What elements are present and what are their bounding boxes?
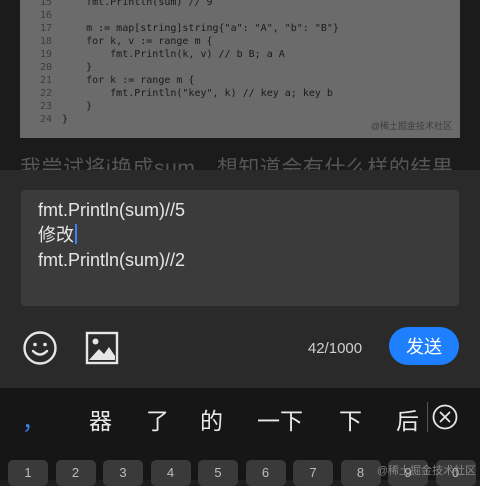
- line-number: 19: [39, 49, 52, 60]
- code-line: 18 for k, v := range m {: [20, 35, 213, 48]
- char-counter: 42/1000: [307, 340, 363, 357]
- article-paragraph: 我尝试将i换成sum，想知道会有什么样的结果: [20, 157, 454, 170]
- code-line: 17 m := map[string]string{"a": "A", "b":…: [20, 22, 339, 35]
- line-number: 23: [39, 101, 52, 112]
- code-line: 23 }: [20, 100, 92, 113]
- code-text: }: [62, 114, 69, 125]
- line-number: 18: [39, 36, 52, 47]
- candidate-xia[interactable]: 下: [339, 402, 362, 436]
- code-text: }: [62, 101, 93, 112]
- candidate-hou[interactable]: 后: [396, 402, 419, 436]
- code-text: fmt.Println(k, v) // b B; a A: [62, 49, 285, 60]
- candidate-de[interactable]: 的: [200, 402, 223, 436]
- line-number: 17: [39, 23, 52, 34]
- line-number: 24: [39, 114, 52, 125]
- watermark-text: @稀土掘金技术社区: [376, 465, 476, 477]
- input-line-3: fmt.Println(sum)//2: [38, 250, 186, 270]
- candidate-qi[interactable]: 器: [89, 402, 112, 436]
- number-key[interactable]: 5: [198, 460, 238, 486]
- code-text: }: [62, 62, 93, 73]
- close-circle-icon[interactable]: [432, 404, 458, 430]
- code-line: 22 fmt.Println("key", k) // key a; key b: [20, 87, 333, 100]
- line-number: 16: [39, 10, 52, 21]
- number-key[interactable]: 2: [55, 460, 96, 486]
- input-line-1: fmt.Println(sum)//5: [38, 200, 186, 220]
- line-number: 15: [39, 0, 52, 8]
- image-icon[interactable]: [84, 330, 120, 366]
- line-number: 21: [39, 75, 52, 86]
- candidate-divider: [427, 402, 428, 432]
- input-line-2: 修改: [38, 223, 442, 248]
- code-line: 20 }: [20, 61, 92, 74]
- comment-input[interactable]: fmt.Println(sum)//5 修改 fmt.Println(sum)/…: [21, 190, 459, 306]
- number-key[interactable]: 4: [150, 460, 191, 486]
- number-key[interactable]: 3: [103, 460, 143, 486]
- code-block: 15 fmt.Println(sum) // 9 16 17 m := map[st…: [20, 0, 460, 138]
- number-key[interactable]: 8: [340, 460, 381, 486]
- code-text: m := map[string]string{"a": "A", "b": "B…: [62, 23, 339, 34]
- number-key[interactable]: 1: [8, 460, 48, 486]
- code-line: 15 fmt.Println(sum) // 9: [20, 0, 213, 9]
- text-caret: [75, 224, 77, 244]
- candidate-yixia[interactable]: 一下: [257, 402, 303, 436]
- number-key[interactable]: 7: [293, 460, 333, 486]
- article-background: 15 fmt.Println(sum) // 9 16 17 m := map[st…: [0, 0, 480, 170]
- number-key[interactable]: 6: [245, 460, 286, 486]
- candidate-le[interactable]: 了: [146, 402, 169, 436]
- code-text: fmt.Println(sum) // 9: [62, 0, 213, 8]
- code-line: 19 fmt.Println(k, v) // b B; a A: [20, 48, 285, 61]
- emoji-icon[interactable]: [22, 330, 58, 366]
- code-text: for k := range m {: [62, 75, 195, 86]
- line-number: 20: [39, 62, 52, 73]
- comment-composer: fmt.Println(sum)//5 修改 fmt.Println(sum)/…: [0, 170, 480, 388]
- send-button[interactable]: 发送: [389, 327, 459, 365]
- code-line: 21 for k := range m {: [20, 74, 195, 87]
- code-watermark: @稀土掘金技术社区: [370, 121, 452, 131]
- code-text: fmt.Println("key", k) // key a; key b: [62, 88, 333, 99]
- code-line: 16: [20, 9, 62, 22]
- candidate-comma[interactable]: ，: [22, 402, 45, 436]
- code-line: 24}: [20, 113, 68, 126]
- ime-keyboard: ， 器 了 的 一下 下 后 1234567890 @稀土掘金技术社区: [0, 388, 480, 486]
- line-number: 22: [39, 88, 52, 99]
- code-text: for k, v := range m {: [62, 36, 213, 47]
